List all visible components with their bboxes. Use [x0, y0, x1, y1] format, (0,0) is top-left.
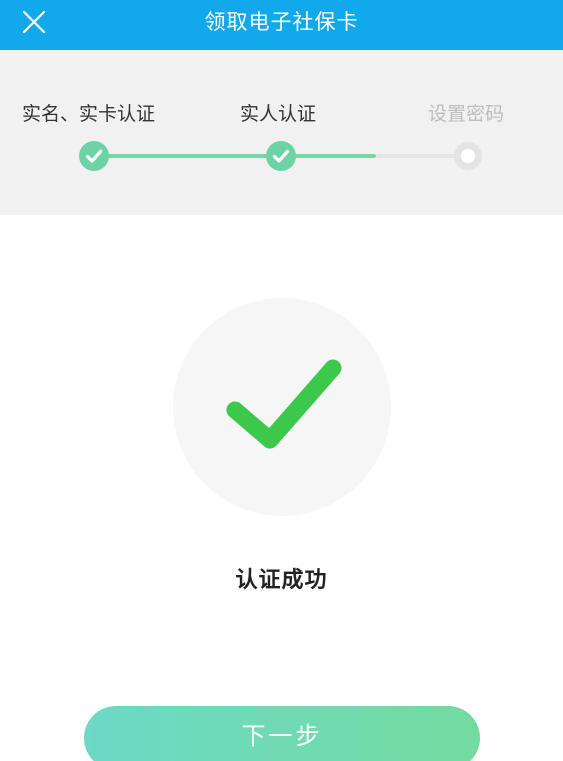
step-node-done [266, 141, 296, 171]
step-node-dot [461, 149, 475, 163]
progress-track-done [94, 154, 280, 158]
check-small-icon [272, 149, 290, 163]
step-node-done [79, 141, 109, 171]
step-label-identity: 实名、实卡认证 [22, 103, 156, 125]
header-bar: 领取电子社保卡 [0, 0, 563, 50]
step-label-password: 设置密码 [428, 103, 505, 125]
next-step-button[interactable]: 下一步 [84, 706, 480, 761]
progress-steps: 实名、实卡认证 实人认证 设置密码 [0, 50, 563, 215]
check-small-icon [85, 149, 103, 163]
success-badge [173, 298, 391, 516]
app-screen: 领取电子社保卡 实名、实卡认证 实人认证 设置密码 认证成功 下一步 [0, 0, 563, 761]
success-message: 认证成功 [235, 568, 328, 593]
check-icon [226, 359, 342, 449]
page-title: 领取电子社保卡 [204, 10, 359, 34]
step-node-pending [454, 142, 482, 170]
step-label-face: 实人认证 [240, 103, 317, 125]
